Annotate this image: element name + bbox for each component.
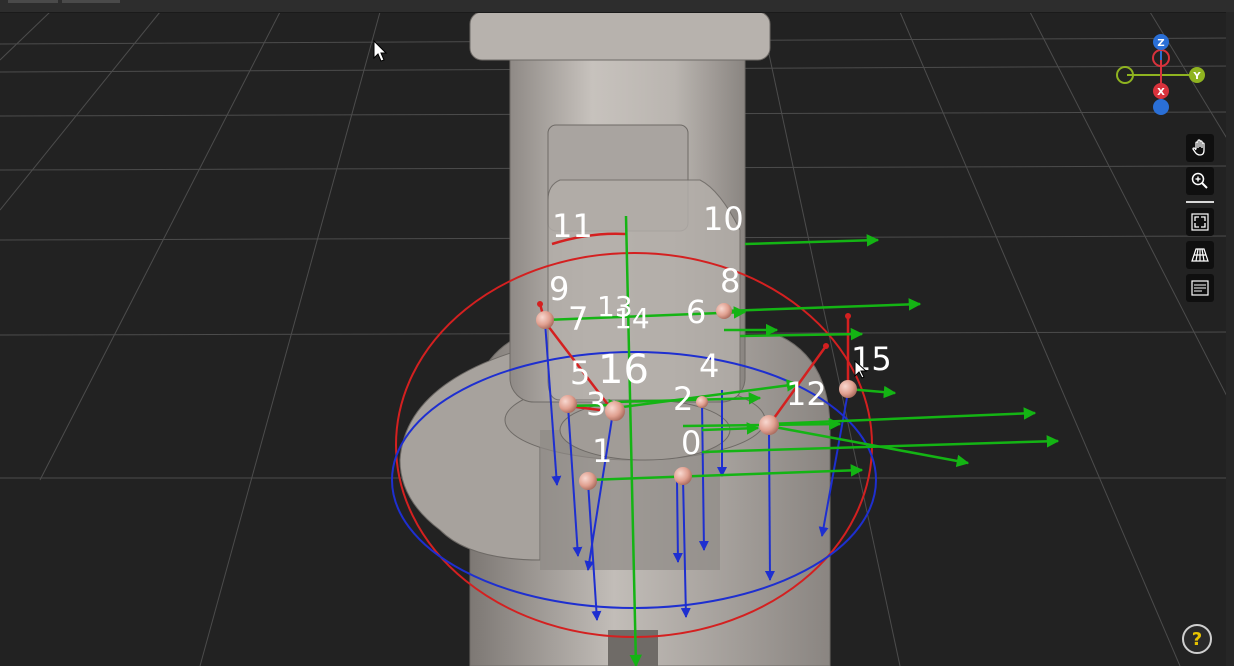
- list-panel-button[interactable]: [1186, 274, 1214, 302]
- right-edge-bar: [1226, 12, 1234, 666]
- joint-sphere[interactable]: [674, 467, 692, 485]
- help-icon: ?: [1191, 628, 1203, 650]
- frame-label-8: 8: [720, 262, 740, 300]
- joint-sphere[interactable]: [559, 395, 577, 413]
- frame-label-9: 9: [549, 270, 569, 308]
- frame-label-14: 14: [614, 302, 650, 335]
- frame-label-7: 7: [568, 300, 588, 338]
- fit-view-icon: [1191, 213, 1209, 231]
- top-tab[interactable]: [62, 0, 120, 3]
- joint-sphere[interactable]: [716, 303, 732, 319]
- frame-label-5: 5: [570, 354, 590, 392]
- joint-sphere[interactable]: [605, 401, 625, 421]
- frame-label-4: 4: [699, 347, 719, 385]
- fit-view-button[interactable]: [1186, 208, 1214, 236]
- list-panel-icon: [1191, 280, 1209, 296]
- hand-icon: [1192, 139, 1205, 156]
- toolbar-divider: [1186, 201, 1214, 203]
- frame-label-0: 0: [681, 424, 701, 462]
- frame-label-1: 1: [592, 432, 612, 470]
- help-button[interactable]: ?: [1182, 624, 1212, 654]
- frame-label-6: 6: [686, 293, 706, 331]
- joint-sphere[interactable]: [839, 380, 857, 398]
- frame-label-2: 2: [673, 380, 693, 418]
- 3d-viewport[interactable]: 0 1 2 3 4 5 6 7 8 9 10 11 12 13 14 15 16: [0, 0, 1234, 666]
- mouse-cursor-icon: [373, 39, 388, 62]
- grid-toggle-button[interactable]: [1186, 241, 1214, 269]
- robot-model[interactable]: [399, 11, 831, 666]
- joint-sphere[interactable]: [536, 311, 554, 329]
- joint-sphere[interactable]: [696, 396, 708, 408]
- top-bar: [0, 0, 1234, 13]
- frame-label-12: 12: [786, 375, 827, 413]
- joint-sphere[interactable]: [759, 415, 779, 435]
- zoom-in-icon: [1191, 172, 1208, 189]
- axis-gizmo[interactable]: Z Y X: [1116, 34, 1205, 115]
- frame-label-16: 16: [598, 347, 649, 393]
- top-tab[interactable]: [8, 0, 58, 3]
- gizmo-neg-z-handle[interactable]: [1153, 99, 1169, 115]
- gizmo-x-label: X: [1157, 87, 1165, 98]
- gizmo-z-label: Z: [1157, 38, 1164, 49]
- gizmo-y-label: Y: [1192, 71, 1201, 82]
- joint-sphere[interactable]: [579, 472, 597, 490]
- frame-label-10: 10: [703, 200, 744, 238]
- grid-floor-icon: [1191, 248, 1209, 262]
- scene-canvas[interactable]: 0 1 2 3 4 5 6 7 8 9 10 11 12 13 14 15 16: [0, 0, 1234, 666]
- pan-button[interactable]: [1186, 134, 1214, 162]
- zoom-button[interactable]: [1186, 167, 1214, 195]
- frame-label-11: 11: [552, 207, 593, 245]
